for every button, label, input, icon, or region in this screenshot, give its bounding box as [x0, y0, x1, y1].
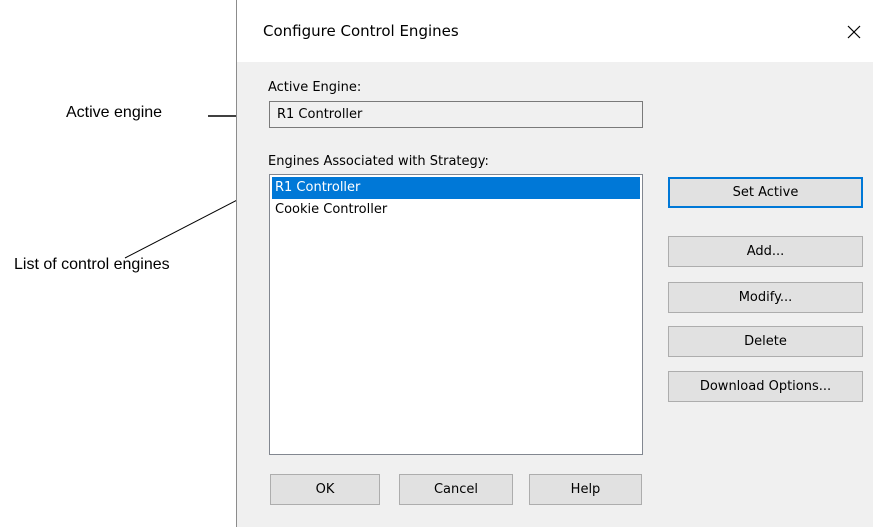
callout-list-of-control-engines: List of control engines — [14, 256, 170, 273]
engine-list-item[interactable]: R1 Controller — [272, 177, 640, 199]
active-engine-label: Active Engine: — [268, 80, 362, 95]
add-button[interactable]: Add... — [668, 236, 863, 267]
modify-button[interactable]: Modify... — [668, 282, 863, 313]
dialog-title: Configure Control Engines — [263, 22, 459, 40]
configure-control-engines-dialog: Configure Control Engines Active Engine:… — [236, 0, 873, 527]
close-icon — [847, 25, 861, 39]
engine-list-item[interactable]: Cookie Controller — [272, 199, 640, 221]
engines-associated-label: Engines Associated with Strategy: — [268, 154, 489, 169]
dialog-titlebar: Configure Control Engines — [237, 0, 873, 62]
active-engine-field: R1 Controller — [269, 101, 643, 128]
set-active-button[interactable]: Set Active — [668, 177, 863, 208]
download-options-button[interactable]: Download Options... — [668, 371, 863, 402]
ok-button[interactable]: OK — [270, 474, 380, 505]
engine-list[interactable]: R1 Controller Cookie Controller — [269, 174, 643, 455]
callout-active-engine: Active engine — [66, 104, 163, 121]
cancel-button[interactable]: Cancel — [399, 474, 513, 505]
active-engine-value: R1 Controller — [277, 107, 363, 122]
close-button[interactable] — [834, 14, 873, 50]
delete-button[interactable]: Delete — [668, 326, 863, 357]
help-button[interactable]: Help — [529, 474, 642, 505]
